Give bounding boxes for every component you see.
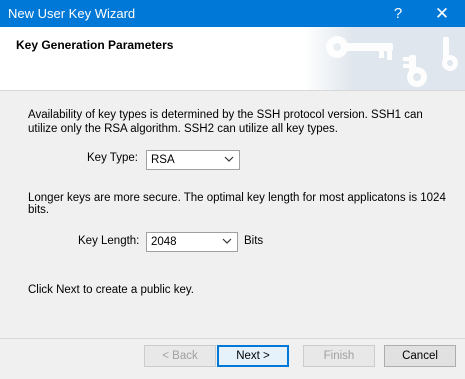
next-button[interactable]: Next > xyxy=(217,345,289,367)
button-bar: < Back Next > Finish Cancel xyxy=(0,338,465,379)
key-type-label: Key Type: xyxy=(87,152,138,164)
chevron-down-icon xyxy=(222,238,232,244)
key-type-value: RSA xyxy=(151,154,175,166)
key-length-value: 2048 xyxy=(151,236,177,248)
key-length-dropdown[interactable]: 2048 xyxy=(146,232,238,252)
next-hint: Click Next to create a public key. xyxy=(28,284,194,296)
window-title: New User Key Wizard xyxy=(8,6,136,21)
wizard-header: Key Generation Parameters xyxy=(0,27,465,91)
finish-button[interactable]: Finish xyxy=(303,345,375,367)
key-length-hint: Longer keys are more secure. The optimal… xyxy=(28,192,446,216)
close-button[interactable]: ✕ xyxy=(424,0,460,27)
page-heading: Key Generation Parameters xyxy=(16,38,174,52)
help-button[interactable]: ? xyxy=(380,0,416,27)
wizard-body: Availability of key types is determined … xyxy=(0,91,465,337)
key-length-unit: Bits xyxy=(244,235,264,247)
back-button[interactable]: < Back xyxy=(144,345,216,367)
key-length-label: Key Length: xyxy=(78,235,140,247)
title-bar: New User Key Wizard ? ✕ xyxy=(0,0,465,27)
key-type-dropdown[interactable]: RSA xyxy=(146,150,240,170)
chevron-down-icon xyxy=(224,156,234,162)
keys-illustration-icon xyxy=(305,27,465,90)
intro-text: Availability of key types is determined … xyxy=(28,109,423,135)
cancel-button[interactable]: Cancel xyxy=(384,345,456,367)
